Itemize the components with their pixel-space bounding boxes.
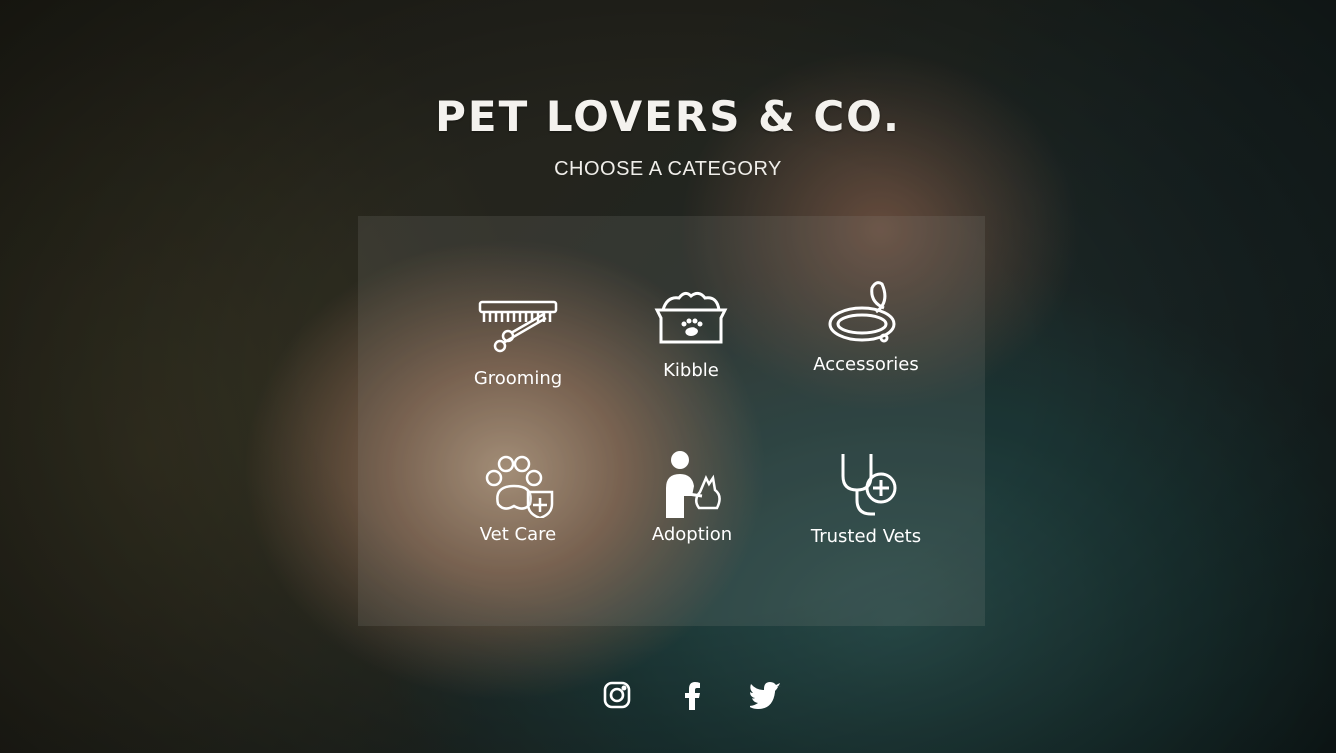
category-label: Adoption bbox=[651, 524, 733, 545]
collar-icon bbox=[786, 278, 946, 348]
instagram-icon[interactable] bbox=[602, 680, 634, 712]
category-adoption[interactable]: Adoption bbox=[612, 448, 772, 545]
pet-health-icon bbox=[438, 452, 598, 518]
brand-title: PET LOVERS & CO. bbox=[435, 92, 901, 141]
comb-scissors-icon bbox=[438, 296, 598, 362]
twitter-icon[interactable] bbox=[750, 680, 782, 712]
stethoscope-icon bbox=[786, 450, 946, 520]
food-bowl-icon bbox=[611, 288, 771, 354]
category-vet-care[interactable]: Vet Care bbox=[438, 452, 598, 545]
category-label: Grooming bbox=[473, 368, 563, 389]
person-with-dog-icon bbox=[612, 448, 772, 518]
category-grooming[interactable]: Grooming bbox=[438, 296, 598, 389]
category-accessories[interactable]: Accessories bbox=[786, 278, 946, 375]
category-label: Vet Care bbox=[479, 524, 557, 545]
category-label: Kibble bbox=[663, 360, 719, 381]
category-kibble[interactable]: Kibble bbox=[611, 288, 771, 381]
category-trusted-vets[interactable]: Trusted Vets bbox=[786, 450, 946, 547]
facebook-icon[interactable] bbox=[678, 680, 710, 712]
category-label: Trusted Vets bbox=[810, 526, 922, 547]
category-label: Accessories bbox=[813, 354, 919, 375]
page-subtitle: CHOOSE A CATEGORY bbox=[554, 158, 782, 180]
